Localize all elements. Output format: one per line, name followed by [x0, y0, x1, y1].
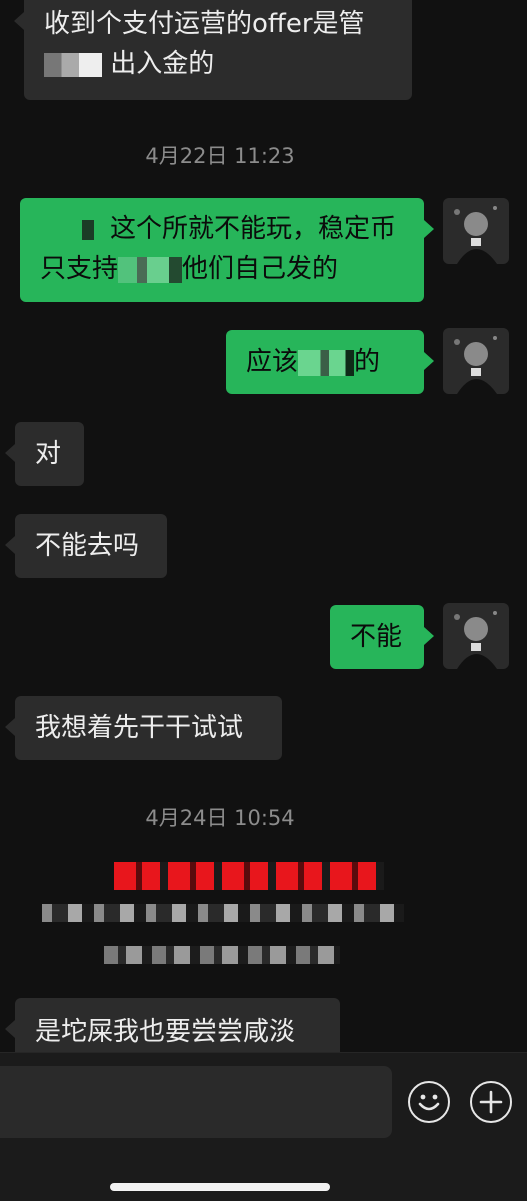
- avatar-photo-icon: [443, 328, 509, 394]
- message-text-line: 这个所就不能玩，稳定币: [40, 209, 404, 249]
- message-bubble-outgoing[interactable]: 不能: [330, 605, 434, 669]
- message-bubble-incoming[interactable]: 我想着先干干试试: [5, 696, 282, 760]
- message-text: 不能: [350, 622, 403, 652]
- pixelated-redacted-notice: [40, 858, 410, 978]
- message-bubble-incoming[interactable]: 不能去吗: [5, 514, 167, 578]
- message-bubble-incoming[interactable]: 收到个支付运营的offer是管 出入金的: [14, 0, 412, 100]
- message-bubble-incoming[interactable]: 是坨屎我也要尝尝咸淡: [5, 998, 340, 1052]
- pixelated-redaction: [298, 349, 355, 376]
- avatar-photo-icon: [443, 198, 509, 264]
- redaction-gray-row: [42, 904, 404, 922]
- user-avatar[interactable]: [443, 198, 509, 264]
- message-text-line: 只支持 他们自己发的: [40, 254, 339, 284]
- emoji-button[interactable]: [408, 1081, 450, 1123]
- redaction-gray-row: [104, 946, 340, 964]
- message-bubble-outgoing[interactable]: 这个所就不能玩，稳定币 只支持 他们自己发的: [20, 198, 434, 302]
- chat-area[interactable]: 收到个支付运营的offer是管 出入金的 4月22日 11:23 这个所就不能玩…: [0, 0, 527, 1052]
- message-text: 对: [35, 439, 62, 469]
- pixelated-redaction: [118, 256, 183, 283]
- user-avatar[interactable]: [443, 603, 509, 669]
- message-text: 是坨屎我也要尝尝咸淡: [35, 1017, 296, 1047]
- message-text: 不能去吗: [35, 531, 140, 561]
- pixelated-redaction: [82, 219, 94, 240]
- redaction-red-row: [114, 862, 384, 890]
- message-bubble-incoming[interactable]: 对: [5, 422, 84, 486]
- user-avatar[interactable]: [443, 328, 509, 394]
- message-text-line: 收到个支付运营的offer是管: [44, 9, 365, 39]
- smiley-face-icon: [418, 1094, 440, 1111]
- pixelated-redaction: [44, 52, 102, 77]
- more-button[interactable]: [470, 1081, 512, 1123]
- timestamp: 4月22日 11:23: [145, 144, 295, 168]
- home-indicator[interactable]: [110, 1183, 330, 1191]
- plus-circle-icon: [479, 1090, 503, 1114]
- message-text: 我想着先干干试试: [35, 713, 244, 743]
- input-bar: [0, 1052, 527, 1201]
- message-text-line: 应该的: [246, 347, 381, 377]
- message-input[interactable]: [0, 1066, 392, 1138]
- message-text-line: 出入金的: [44, 44, 392, 84]
- avatar-photo-icon: [443, 603, 509, 669]
- timestamp: 4月24日 10:54: [145, 806, 295, 830]
- message-bubble-outgoing[interactable]: 应该的: [226, 330, 434, 394]
